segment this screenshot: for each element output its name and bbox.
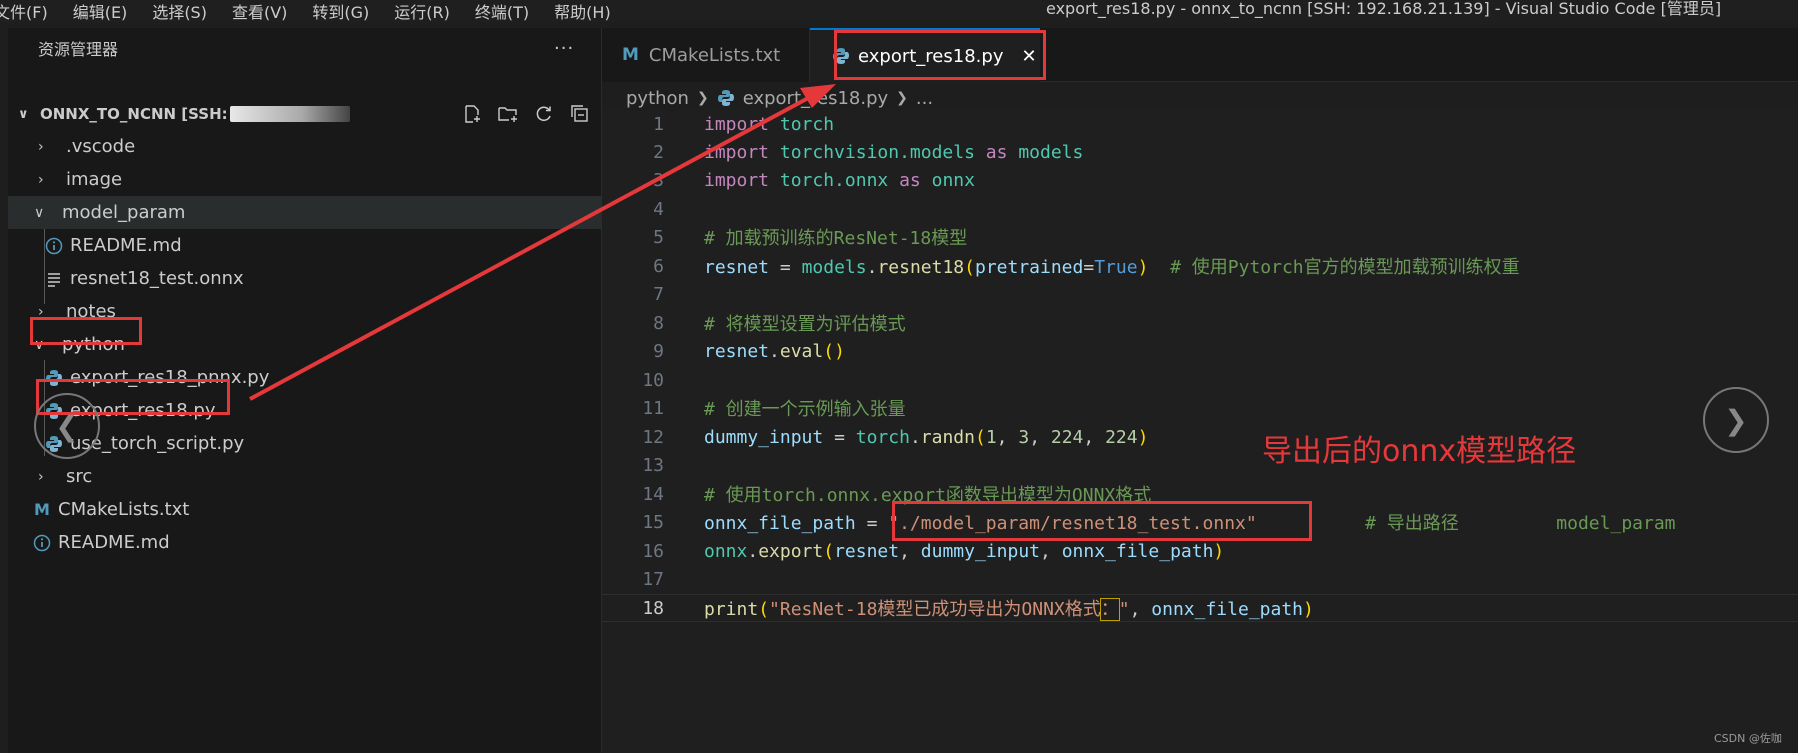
next-image-button[interactable]: ❯ bbox=[1703, 387, 1769, 453]
watermark: CSDN @佐咖 bbox=[1714, 732, 1782, 745]
red-arrow bbox=[249, 84, 836, 401]
previous-image-button[interactable]: ❮ bbox=[34, 393, 100, 459]
